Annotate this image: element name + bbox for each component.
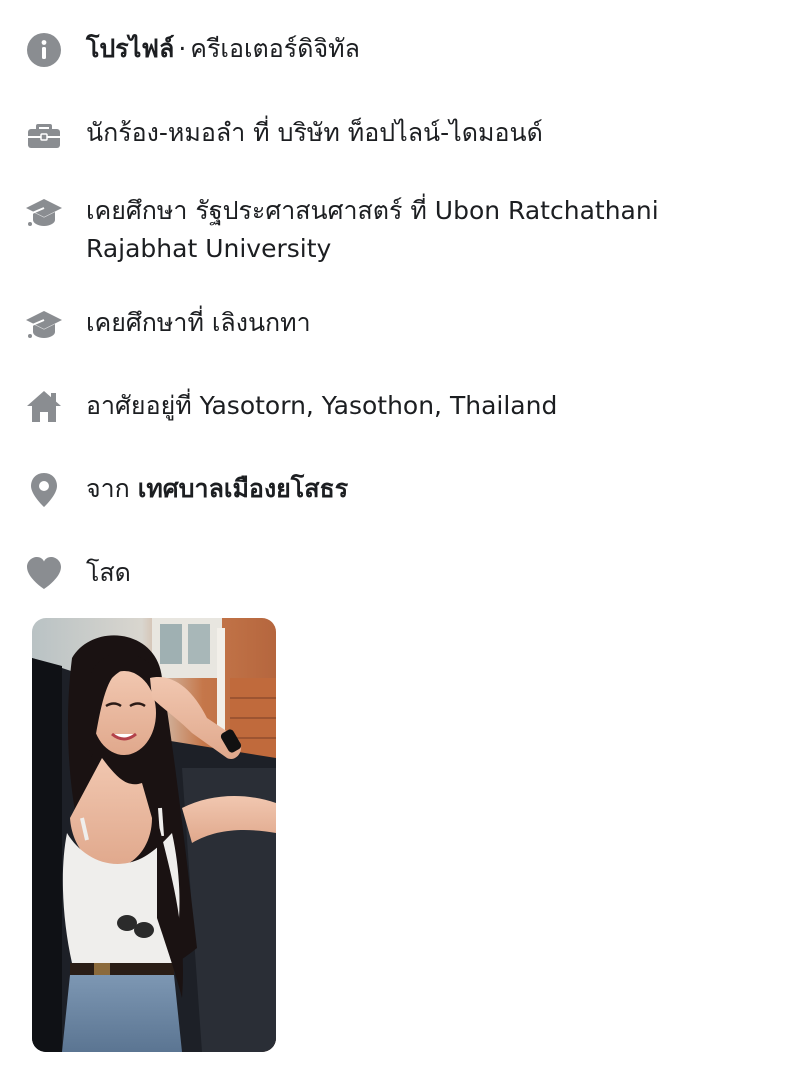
profile-category[interactable]: ครีเอเตอร์ดิจิทัล xyxy=(190,34,360,63)
intro-education-text-2[interactable]: เคยศึกษาที่ เลิงนกทา xyxy=(86,304,311,342)
briefcase-icon xyxy=(22,114,66,154)
from-place-link[interactable]: เทศบาลเมืองยโสธร xyxy=(138,474,348,503)
intro-lives-in-row: อาศัยอยู่ที่ Yasotorn, Yasothon, Thailan… xyxy=(22,387,762,427)
location-pin-icon xyxy=(22,470,66,510)
featured-photo-image xyxy=(32,618,276,1052)
graduation-cap-icon xyxy=(22,192,66,232)
profile-label: โปรไฟล์ xyxy=(86,34,175,63)
intro-profile-row: โปรไฟล์ · ครีเอเตอร์ดิจิทัล xyxy=(22,30,762,70)
intro-education-row-2: เคยศึกษาที่ เลิงนกทา xyxy=(22,304,762,344)
graduation-cap-icon xyxy=(22,304,66,344)
intro-from-row: จาก เทศบาลเมืองยโสธร xyxy=(22,470,762,510)
intro-lives-in-text[interactable]: อาศัยอยู่ที่ Yasotorn, Yasothon, Thailan… xyxy=(86,387,557,425)
heart-icon xyxy=(22,554,66,594)
intro-relationship-row: โสด xyxy=(22,554,762,594)
intro-education-row-1: เคยศึกษา รัฐประศาสนศาสตร์ ที่ Ubon Ratch… xyxy=(22,192,762,268)
info-icon xyxy=(22,30,66,70)
intro-work-text[interactable]: นักร้อง-หมอลำ ที่ บริษัท ท็อปไลน์-ไดมอนด… xyxy=(86,114,543,152)
featured-photo[interactable] xyxy=(32,618,276,1052)
intro-profile-text: โปรไฟล์ · ครีเอเตอร์ดิจิทัล xyxy=(86,30,360,68)
home-icon xyxy=(22,387,66,427)
intro-work-row: นักร้อง-หมอลำ ที่ บริษัท ท็อปไลน์-ไดมอนด… xyxy=(22,114,762,154)
intro-relationship-text: โสด xyxy=(86,558,131,587)
intro-education-text-1[interactable]: เคยศึกษา รัฐประศาสนศาสตร์ ที่ Ubon Ratch… xyxy=(86,192,726,268)
separator: · xyxy=(178,34,187,63)
from-prefix: จาก xyxy=(86,474,130,503)
intro-from-text: จาก เทศบาลเมืองยโสธร xyxy=(86,470,348,508)
